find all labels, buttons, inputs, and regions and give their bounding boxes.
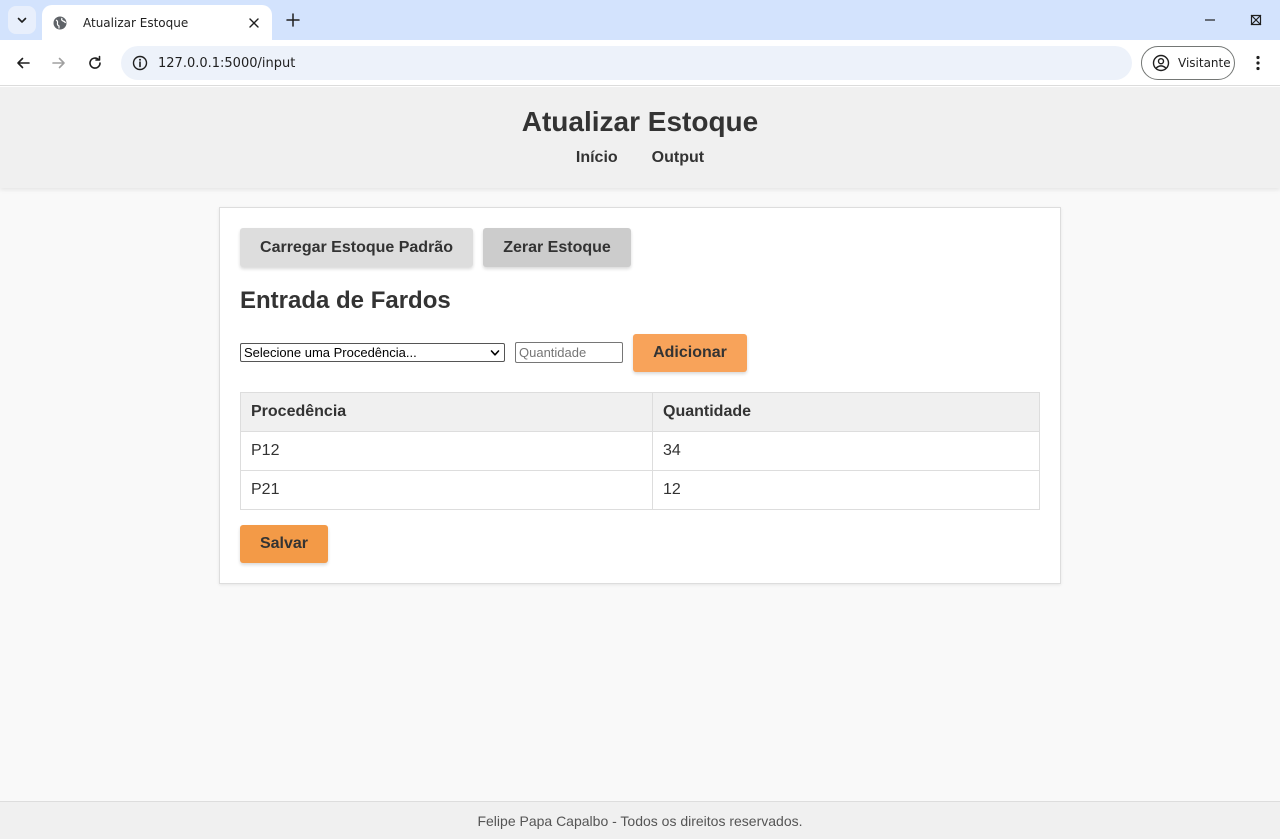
url-text: 127.0.0.1:5000/input — [158, 55, 296, 71]
tab-search-button[interactable] — [8, 6, 36, 34]
origin-select[interactable]: Selecione uma Procedência... — [240, 343, 505, 362]
reset-stock-button[interactable]: Zerar Estoque — [483, 228, 631, 267]
site-footer: Felipe Papa Capalbo - Todos os direitos … — [0, 801, 1280, 839]
tab-title: Atualizar Estoque — [83, 15, 189, 30]
quantity-input[interactable] — [515, 342, 623, 363]
save-button[interactable]: Salvar — [240, 525, 328, 563]
browser-tab-bar: Atualizar Estoque — [0, 0, 1280, 40]
origin-select-value: Selecione uma Procedência... — [244, 345, 417, 360]
page-title: Atualizar Estoque — [521, 106, 759, 137]
browser-tab[interactable]: Atualizar Estoque — [42, 5, 272, 40]
table-row: P21 12 — [240, 470, 1040, 510]
back-arrow-icon[interactable] — [9, 49, 37, 77]
forward-arrow-icon[interactable] — [45, 49, 73, 77]
add-button[interactable]: Adicionar — [633, 334, 747, 372]
cell-procedencia: P21 — [240, 470, 653, 510]
table-row: P12 34 — [240, 431, 1040, 471]
chevron-down-icon — [489, 347, 501, 359]
nav-link-output[interactable]: Output — [652, 149, 704, 167]
stock-card: Carregar Estoque Padrão Zerar Estoque En… — [219, 207, 1061, 584]
address-bar[interactable]: 127.0.0.1:5000/input — [121, 46, 1132, 80]
new-tab-icon[interactable] — [282, 9, 304, 31]
minimize-icon[interactable] — [1187, 0, 1233, 40]
cell-quantidade: 34 — [652, 431, 1040, 471]
section-title: Entrada de Fardos — [240, 287, 451, 314]
reload-icon[interactable] — [81, 49, 109, 77]
close-tab-icon[interactable] — [246, 15, 262, 31]
stock-table: Procedência Quantidade P12 34 P21 12 — [240, 392, 1040, 510]
chevron-down-icon — [17, 17, 27, 23]
site-info-icon[interactable] — [123, 46, 157, 80]
column-header-quantidade: Quantidade — [652, 392, 1040, 432]
more-options-icon[interactable] — [1244, 49, 1272, 77]
globe-icon — [52, 15, 68, 31]
site-nav: Início Output — [0, 149, 1280, 167]
browser-toolbar: 127.0.0.1:5000/input Visitante — [0, 40, 1280, 86]
load-default-stock-button[interactable]: Carregar Estoque Padrão — [240, 228, 473, 267]
cell-quantidade: 12 — [652, 470, 1040, 510]
close-window-icon[interactable] — [1233, 0, 1279, 40]
cell-procedencia: P12 — [240, 431, 653, 471]
nav-link-inicio[interactable]: Início — [576, 149, 618, 167]
column-header-procedencia: Procedência — [240, 392, 653, 432]
profile-label: Visitante — [1178, 56, 1231, 70]
account-icon — [1152, 54, 1170, 72]
footer-text: Felipe Papa Capalbo - Todos os direitos … — [477, 813, 803, 829]
table-header-row: Procedência Quantidade — [240, 392, 1040, 432]
profile-button[interactable]: Visitante — [1141, 46, 1235, 80]
site-header: Atualizar Estoque Início Output — [0, 87, 1280, 188]
page-viewport: Atualizar Estoque Início Output Carregar… — [0, 87, 1280, 839]
